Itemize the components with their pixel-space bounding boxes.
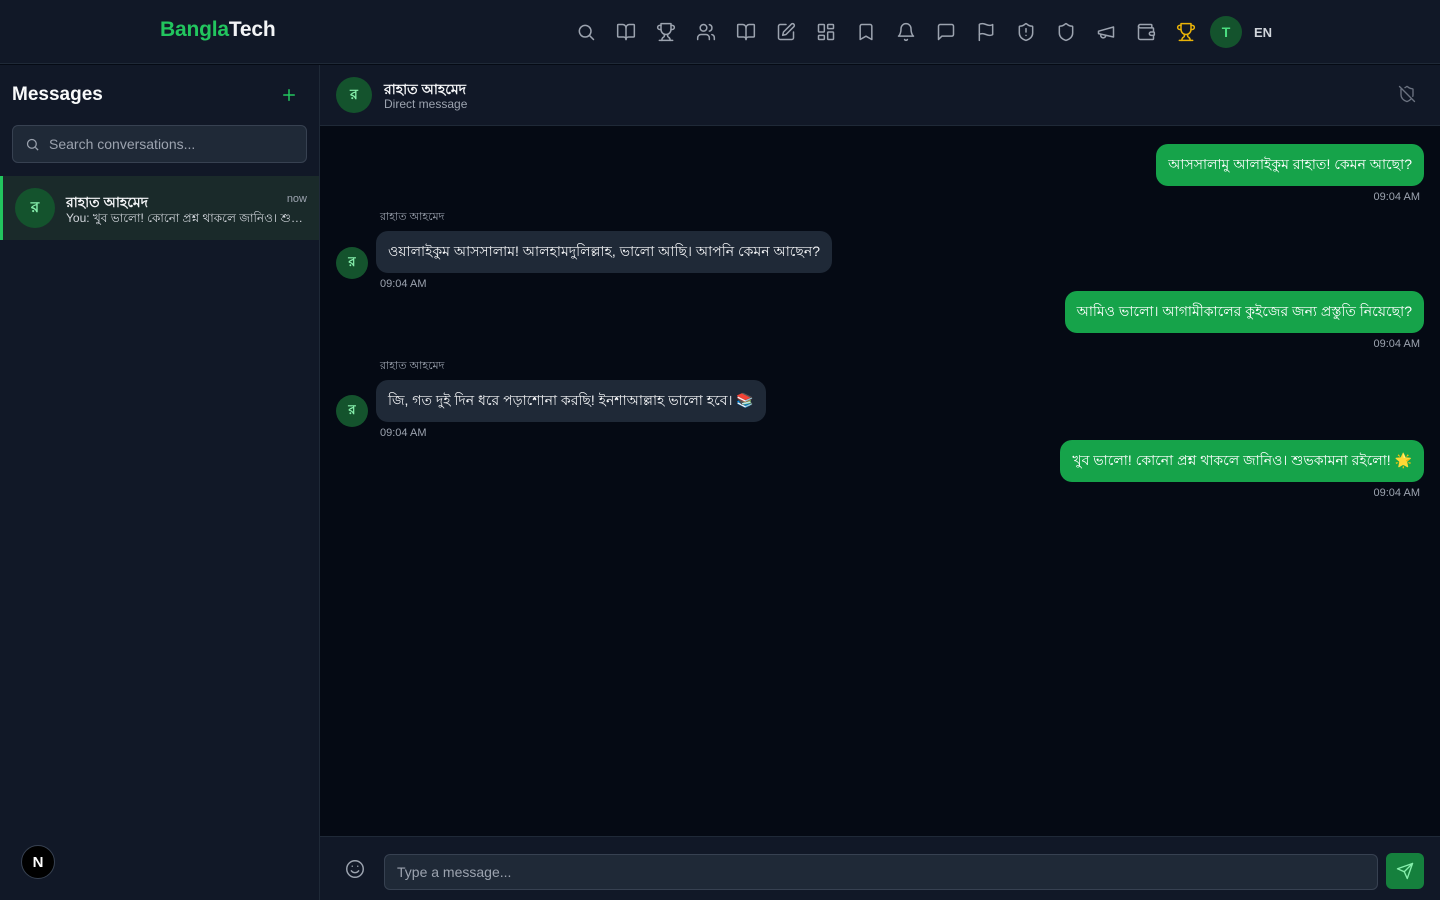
search-conversations-input[interactable] (49, 126, 299, 162)
message-bubble: ওয়ালাইকুম আসসালাম! আলহামদুলিল্লাহ, ভালো… (376, 231, 833, 273)
message-time: 09:04 AM (380, 278, 427, 290)
plus-icon (283, 89, 295, 101)
message-icon[interactable] (926, 12, 966, 52)
avatar: র (15, 188, 55, 228)
avatar: র (336, 395, 368, 427)
conversation-item[interactable]: র রাহাত আহমেদ now You: খুব ভালো! কোনো প্… (0, 176, 319, 240)
message-composer (320, 836, 1440, 900)
message-bubble: আসসালামু আলাইকুম রাহাত! কেমন আছো? (1156, 144, 1424, 186)
language-switch[interactable]: EN (1254, 25, 1272, 40)
message-thread: আসসালামু আলাইকুম রাহাত! কেমন আছো? 09:04 … (320, 126, 1440, 836)
bookmark-icon[interactable] (846, 12, 886, 52)
shield-off-icon (1398, 85, 1416, 103)
block-user-button[interactable] (1398, 85, 1418, 105)
message-incoming: রাহাত আহমেদ জি, গত দুই দিন ধরে পড়াশোনা … (376, 357, 766, 439)
message-time: 09:04 AM (380, 427, 427, 439)
search-icon (26, 138, 39, 151)
smile-icon (346, 860, 364, 878)
users-icon[interactable] (686, 12, 726, 52)
wallet-icon[interactable] (1126, 12, 1166, 52)
bell-icon[interactable] (886, 12, 926, 52)
conversation-preview: You: খুব ভালো! কোনো প্রশ্ন থাকলে জানিও। … (66, 211, 306, 225)
edit-icon[interactable] (766, 12, 806, 52)
new-conversation-button[interactable] (276, 82, 302, 108)
message-sender: রাহাত আহমেদ (380, 360, 445, 372)
chat-subtitle: Direct message (384, 97, 468, 111)
avatar: র (336, 247, 368, 279)
shield-alert-icon[interactable] (1006, 12, 1046, 52)
message-outgoing: খুব ভালো! কোনো প্রশ্ন থাকলে জানিও। শুভকা… (1060, 440, 1424, 499)
message-bubble: জি, গত দুই দিন ধরে পড়াশোনা করছি! ইনশাআল… (376, 380, 766, 422)
conversation-time: now (286, 193, 307, 205)
trophy-gold-icon[interactable] (1166, 12, 1206, 52)
shield-icon[interactable] (1046, 12, 1086, 52)
message-incoming: রাহাত আহমেদ ওয়ালাইকুম আসসালাম! আলহামদুল… (376, 208, 833, 290)
message-sender: রাহাত আহমেদ (380, 211, 445, 223)
message-bubble: আমিও ভালো। আগামীকালের কুইজের জন্য প্রস্ত… (1064, 291, 1424, 333)
send-icon (1396, 862, 1414, 880)
top-navbar: BanglaTech T EN (0, 0, 1440, 64)
nav-icons: T EN (566, 12, 1272, 52)
send-button[interactable] (1386, 853, 1424, 889)
avatar: র (336, 77, 372, 113)
grid-icon[interactable] (806, 12, 846, 52)
sidebar-title: Messages (12, 84, 103, 105)
search-conversations-box (12, 125, 307, 163)
dev-badge[interactable]: N (21, 845, 55, 879)
message-outgoing: আসসালামু আলাইকুম রাহাত! কেমন আছো? 09:04 … (1156, 144, 1424, 203)
megaphone-icon[interactable] (1086, 12, 1126, 52)
message-outgoing: আমিও ভালো। আগামীকালের কুইজের জন্য প্রস্ত… (1064, 291, 1424, 350)
message-time: 09:04 AM (1373, 338, 1420, 350)
message-bubble: খুব ভালো! কোনো প্রশ্ন থাকলে জানিও। শুভকা… (1060, 440, 1424, 482)
flag-icon[interactable] (966, 12, 1006, 52)
trophy-icon[interactable] (646, 12, 686, 52)
user-avatar[interactable]: T (1210, 16, 1242, 48)
book-open-icon[interactable] (606, 12, 646, 52)
emoji-button[interactable] (344, 858, 366, 880)
book-icon[interactable] (726, 12, 766, 52)
message-input[interactable] (385, 855, 1377, 889)
search-icon[interactable] (566, 12, 606, 52)
conversations-sidebar: Messages র রাহাত আহমেদ now You: খুব ভালো… (0, 65, 320, 900)
message-input-box (384, 854, 1378, 890)
message-time: 09:04 AM (1373, 487, 1420, 499)
brand-logo[interactable]: BanglaTech (160, 18, 276, 42)
message-time: 09:04 AM (1373, 191, 1420, 203)
chat-header: র রাহাত আহমেদ Direct message (320, 65, 1440, 126)
